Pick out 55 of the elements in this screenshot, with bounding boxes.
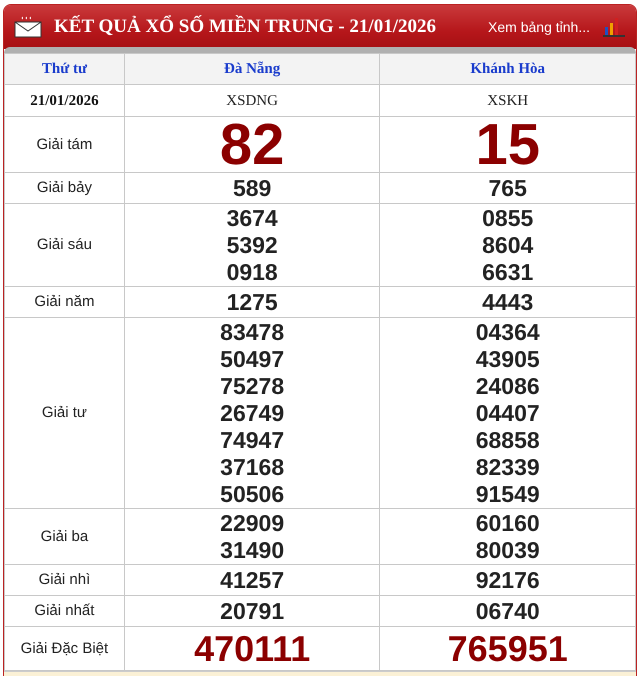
column-header: Đà Nẵng xyxy=(124,54,380,84)
winning-number: 0855 xyxy=(481,205,534,232)
winning-number: 15 xyxy=(474,118,541,172)
prize-label: Giải ba xyxy=(40,528,88,544)
winning-number: 82339 xyxy=(474,454,541,481)
winning-number: 50497 xyxy=(219,346,286,373)
winning-number: 92176 xyxy=(474,567,541,594)
winning-number: 3674 xyxy=(226,205,279,232)
prize-label: Giải sáu xyxy=(36,236,92,253)
prize-label: Giải tám xyxy=(36,136,92,152)
winning-number: 24086 xyxy=(474,373,541,400)
prize-label: Giải năm xyxy=(34,293,94,310)
winning-number: 470111 xyxy=(193,628,312,670)
winning-number: 80039 xyxy=(474,537,541,564)
prize-label: Giải nhất xyxy=(34,602,94,619)
lottery-code: XSDNG xyxy=(226,92,278,108)
draw-date: 21/01/2026 xyxy=(30,92,99,108)
panel-title: KẾT QUẢ XỔ SỐ MIỀN TRUNG - 21/01/2026 xyxy=(54,16,437,38)
winning-number: 43905 xyxy=(474,346,541,373)
winning-number: 50506 xyxy=(219,481,286,508)
column-header: Thứ tư xyxy=(4,54,124,84)
view-provinces-link[interactable]: Xem bảng tỉnh... xyxy=(488,19,590,35)
winning-number: 0918 xyxy=(226,259,279,286)
prize-label: Giải nhì xyxy=(38,571,90,588)
lottery-code: XSKH xyxy=(487,92,528,108)
winning-number: 8604 xyxy=(481,232,534,259)
winning-number: 37168 xyxy=(219,454,286,481)
winning-number: 31490 xyxy=(219,537,286,564)
prize-label: Giải bảy xyxy=(36,179,92,196)
winning-number: 20791 xyxy=(219,598,286,625)
winning-number: 83478 xyxy=(219,319,286,346)
winning-number: 589 xyxy=(232,175,272,202)
envelope-icon xyxy=(14,16,42,38)
winning-number: 765 xyxy=(488,175,528,202)
prize-label: Giải tư xyxy=(42,404,87,421)
bar-chart-icon[interactable] xyxy=(602,17,626,37)
winning-number: 6631 xyxy=(481,259,534,286)
winning-number: 04407 xyxy=(474,400,541,427)
winning-number: 765951 xyxy=(446,628,569,670)
winning-number: 26749 xyxy=(219,400,286,427)
winning-number: 60160 xyxy=(474,510,541,537)
winning-number: 82 xyxy=(218,118,286,172)
winning-number: 1275 xyxy=(226,289,279,316)
winning-number: 68858 xyxy=(474,427,541,454)
winning-number: 5392 xyxy=(226,232,279,259)
winning-number: 75278 xyxy=(219,373,286,400)
winning-number: 74947 xyxy=(219,427,286,454)
prize-label: Giải Đặc Biệt xyxy=(20,640,108,656)
winning-number: 04364 xyxy=(474,319,541,346)
winning-number: 4443 xyxy=(481,289,534,316)
column-header: Khánh Hòa xyxy=(380,54,636,84)
winning-number: 22909 xyxy=(219,510,286,537)
winning-number: 91549 xyxy=(474,481,541,508)
winning-number: 06740 xyxy=(474,598,541,625)
winning-number: 41257 xyxy=(219,567,286,594)
